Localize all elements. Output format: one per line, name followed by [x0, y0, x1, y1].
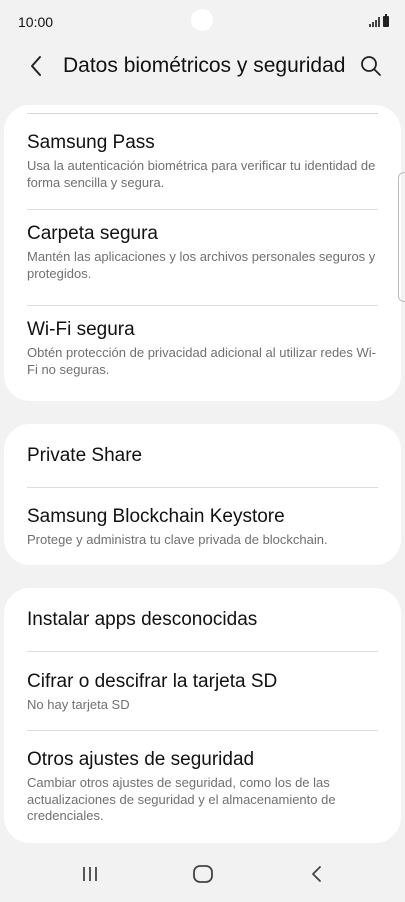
secure-wifi-item[interactable]: Wi-Fi segura Obtén protección de privaci… [4, 306, 401, 401]
page-title: Datos biométricos y seguridad [63, 54, 346, 77]
settings-card-2: Private Share Samsung Blockchain Keystor… [4, 424, 401, 565]
item-title: Private Share [27, 445, 143, 466]
item-subtitle: Mantén las aplicaciones y los archivos p… [27, 249, 376, 281]
signal-icon [369, 17, 380, 27]
item-title: Samsung Pass [27, 132, 155, 153]
home-button[interactable] [183, 860, 223, 888]
item-subtitle: Cambiar otros ajustes de seguridad, como… [27, 775, 336, 823]
search-button[interactable] [355, 50, 387, 82]
settings-card-1: Samsung Pass Usa la autenticación biomét… [4, 105, 401, 401]
chevron-left-icon [31, 56, 41, 76]
item-subtitle: Usa la autenticación biométrica para ver… [27, 158, 376, 190]
navigation-bar [0, 846, 405, 902]
item-title: Carpeta segura [27, 223, 158, 244]
search-icon [361, 56, 381, 76]
recents-icon [83, 867, 97, 881]
recents-button[interactable] [70, 860, 110, 888]
item-subtitle: Obtén protección de privacidad adicional… [27, 345, 377, 377]
back-button[interactable] [20, 50, 52, 82]
item-title: Instalar apps desconocidas [27, 609, 258, 630]
scroll-indicator[interactable] [398, 172, 405, 302]
item-title: Wi-Fi segura [27, 319, 135, 340]
settings-card-3: Instalar apps desconocidas Cifrar o desc… [4, 588, 401, 843]
camera-cutout [191, 9, 213, 31]
samsung-pass-item[interactable]: Samsung Pass Usa la autenticación biomét… [4, 119, 401, 213]
divider [27, 113, 378, 114]
status-bar: 10:00 [0, 0, 405, 44]
app-bar: Datos biométricos y seguridad [0, 44, 405, 90]
back-icon [312, 866, 321, 882]
battery-icon [383, 14, 389, 27]
item-title: Otros ajustes de seguridad [27, 749, 255, 770]
status-icons [369, 14, 389, 27]
item-subtitle: Protege y administra tu clave privada de… [27, 532, 328, 547]
other-security-settings-item[interactable]: Otros ajustes de seguridad Cambiar otros… [4, 731, 401, 843]
home-icon [193, 865, 213, 883]
blockchain-keystore-item[interactable]: Samsung Blockchain Keystore Protege y ad… [4, 488, 401, 565]
secure-folder-item[interactable]: Carpeta segura Mantén las aplicaciones y… [4, 210, 401, 305]
encrypt-sd-card-item[interactable]: Cifrar o descifrar la tarjeta SD No hay … [4, 652, 401, 730]
install-unknown-apps-item[interactable]: Instalar apps desconocidas [4, 588, 401, 651]
status-time: 10:00 [18, 14, 54, 30]
back-nav-button[interactable] [297, 860, 337, 888]
item-title: Cifrar o descifrar la tarjeta SD [27, 671, 278, 692]
item-subtitle: No hay tarjeta SD [27, 697, 130, 712]
item-title: Samsung Blockchain Keystore [27, 506, 285, 527]
private-share-item[interactable]: Private Share [4, 424, 401, 487]
